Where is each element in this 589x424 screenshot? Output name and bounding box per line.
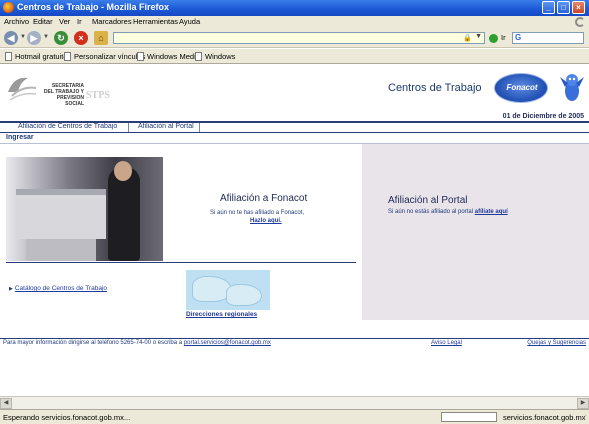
reload-icon[interactable]: ↻	[54, 31, 68, 45]
menu-ir[interactable]: Ir	[77, 17, 82, 26]
menu-herramientas[interactable]: Herramientas	[133, 17, 178, 26]
ingresar-link[interactable]: Ingresar	[6, 134, 34, 141]
horizontal-scrollbar[interactable]: ◀ ▶	[0, 396, 589, 409]
direcciones-regionales-link[interactable]: Direcciones regionales	[186, 311, 257, 318]
divider	[0, 132, 589, 133]
map-land-shape	[226, 284, 262, 306]
page-title: Centros de Trabajo	[388, 82, 482, 94]
status-message: Esperando servicios.fonacot.gob.mx...	[3, 413, 131, 422]
copier-shape	[16, 189, 106, 239]
fonacot-affiliation-panel: Afiliación a Fonacot Si aún no te has af…	[0, 144, 362, 320]
afiliacion-fonacot-title: Afiliación a Fonacot	[220, 193, 308, 204]
contact-info-text: Para mayor información dirigirse al telé…	[3, 340, 183, 346]
page-icon	[5, 52, 12, 61]
lock-icon: 🔒	[463, 35, 472, 42]
afiliacion-fonacot-subtitle: Si aún no te has afiliado a Fonacot,	[210, 210, 305, 216]
current-date: 01 de Diciembre de 2005	[502, 113, 584, 120]
regional-map-image[interactable]	[186, 270, 270, 310]
minimize-button[interactable]: _	[542, 1, 555, 14]
agency-name: SECRETARIA DEL TRABAJO Y PREVISION SOCIA…	[43, 83, 84, 107]
page-icon	[195, 52, 202, 61]
menu-ver[interactable]: Ver	[59, 17, 70, 26]
firefox-icon	[3, 2, 14, 13]
menu-ayuda[interactable]: Ayuda	[179, 17, 200, 26]
menu-marcadores[interactable]: Marcadores	[92, 17, 132, 26]
throbber-icon	[575, 17, 585, 27]
bookmark-windows-media[interactable]: Windows Media	[137, 52, 200, 61]
window-titlebar: Centros de Trabajo - Mozilla Firefox _ □…	[0, 0, 589, 16]
fonacot-logo[interactable]: Fonacot	[494, 73, 548, 103]
page-footer: Para mayor información dirigirse al telé…	[0, 340, 589, 350]
resize-grip-icon[interactable]: ⋰	[580, 414, 587, 422]
google-search-icon[interactable]: G	[515, 33, 521, 42]
address-bar[interactable]: 🔒 ▼	[113, 32, 485, 44]
home-icon[interactable]: ⌂	[94, 31, 108, 45]
afiliate-aqui-link[interactable]: afíliate aquí	[475, 209, 508, 215]
status-bar: Esperando servicios.fonacot.gob.mx... se…	[0, 409, 589, 424]
status-host: servicios.fonacot.gob.mx	[503, 413, 586, 422]
agency-acronym: STPS	[86, 90, 110, 101]
menu-editar[interactable]: Editar	[33, 17, 53, 26]
search-input[interactable]: G	[512, 32, 584, 44]
triangle-bullet-icon: ▶	[9, 286, 13, 292]
address-dropdown-icon[interactable]: ▼	[475, 33, 482, 40]
catalogo-item: ▶ Catálogo de Centros de Trabajo	[9, 285, 107, 292]
navigation-toolbar: ◀ ▼ ▶ ▼ ↻ × ⌂ 🔒 ▼ Ir G	[0, 28, 589, 48]
scroll-left-icon[interactable]: ◀	[0, 398, 12, 409]
stps-logo: SECRETARIA DEL TRABAJO Y PREVISION SOCIA…	[6, 72, 110, 108]
bookmark-windows[interactable]: Windows	[195, 52, 235, 61]
bird-mascot-icon	[560, 74, 584, 101]
coat-of-arms-icon	[8, 77, 37, 101]
afiliacion-portal-subtitle: Si aún no estás afiliado al portal afíli…	[388, 209, 508, 215]
divider	[199, 123, 200, 132]
tab-afiliacion-centros[interactable]: Afiliación de Centros de Trabajo	[18, 123, 117, 130]
portal-affiliation-panel: Afiliación al Portal Si aún no estás afi…	[362, 144, 589, 320]
copier-base-shape	[26, 239, 96, 261]
email-link[interactable]: portal.servicios@fonacot.gob.mx	[184, 340, 271, 346]
bookmarks-toolbar: Hotmail gratuito Personalizar vínculos W…	[0, 49, 589, 64]
divider	[0, 338, 589, 339]
forward-dropdown-icon[interactable]: ▼	[43, 34, 49, 40]
aviso-legal-link[interactable]: Aviso Legal	[431, 340, 462, 346]
back-dropdown-icon[interactable]: ▼	[20, 34, 26, 40]
tab-afiliacion-portal[interactable]: Afiliación al Portal	[138, 123, 194, 130]
progress-bar	[441, 412, 497, 422]
fonacot-logo-text: Fonacot	[506, 83, 538, 92]
bookmark-personalizar[interactable]: Personalizar vínculos	[64, 52, 145, 61]
menu-bar: Archivo Editar Ver Ir Marcadores Herrami…	[0, 16, 589, 28]
page-icon	[137, 52, 144, 61]
page-content: SECRETARIA DEL TRABAJO Y PREVISION SOCIA…	[0, 65, 589, 409]
menu-archivo[interactable]: Archivo	[4, 17, 29, 26]
maximize-button[interactable]: □	[557, 1, 570, 14]
office-photo	[6, 157, 163, 261]
bookmark-hotmail[interactable]: Hotmail gratuito	[5, 52, 68, 61]
scroll-right-icon[interactable]: ▶	[577, 398, 589, 409]
close-button[interactable]: ×	[572, 1, 585, 14]
afiliacion-portal-title: Afiliación al Portal	[388, 195, 468, 206]
hazlo-aqui-link[interactable]: Hazlo aquí.	[250, 218, 282, 224]
stop-icon[interactable]: ×	[74, 31, 88, 45]
page-icon	[64, 52, 71, 61]
window-title: Centros de Trabajo - Mozilla Firefox	[17, 2, 170, 12]
catalogo-link[interactable]: Catálogo de Centros de Trabajo	[15, 285, 107, 292]
divider	[128, 123, 129, 132]
contact-info: Para mayor información dirigirse al telé…	[3, 340, 271, 346]
back-arrow-icon[interactable]: ◀	[4, 31, 18, 45]
portal-subtitle-text: Si aún no estás afiliado al portal	[388, 209, 474, 215]
go-arrow-icon[interactable]	[489, 34, 498, 43]
forward-arrow-icon[interactable]: ▶	[27, 31, 41, 45]
person-shape	[108, 167, 140, 261]
person-head-shape	[114, 161, 132, 181]
section-nav: Afiliación de Centros de Trabajo Afiliac…	[0, 123, 589, 132]
go-label[interactable]: Ir	[501, 33, 506, 42]
divider	[6, 262, 356, 263]
quejas-sugerencias-link[interactable]: Quejas y Sugerencias	[527, 340, 586, 346]
